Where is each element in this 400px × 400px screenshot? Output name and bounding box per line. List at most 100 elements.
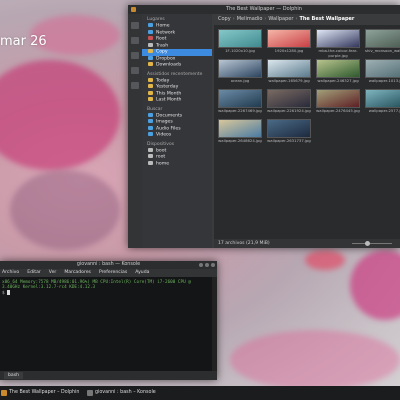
terminal-prompt: $ [2, 290, 5, 296]
file-thumbnail[interactable]: wallpaper-2261924.jpg [267, 89, 311, 119]
file-name: wallpaper-2476445.jpg [316, 108, 360, 113]
konsole-tab[interactable]: bash [4, 372, 24, 379]
file-name: wallpaper-2648624.jpg [218, 138, 262, 143]
file-thumbnail[interactable]: ocean.jpg [218, 59, 262, 89]
places-item-label: Yesterday [156, 84, 179, 90]
file-name: wallpaper-2261924.jpg [267, 108, 311, 113]
dropbox-icon [148, 55, 153, 60]
places-item[interactable]: Videos [142, 132, 212, 139]
file-thumbnail[interactable]: wallpaper-165679.jpg [267, 59, 311, 89]
wallpaper-blossom [10, 170, 120, 250]
taskbar-task-label: The Best Wallpaper – Dolphin [9, 390, 80, 395]
places-item[interactable]: Last Month [142, 97, 212, 104]
audio-icon [148, 125, 153, 130]
konsole-title: giovanni : bash — Konsole [76, 262, 141, 267]
file-view: Copy › Melimadio › Wallpaper › The Best Wallpa… [214, 14, 400, 248]
places-item[interactable]: Downloads [142, 62, 212, 69]
taskbar-task[interactable]: The Best Wallpaper – Dolphin [0, 388, 79, 398]
zoom-slider-knob[interactable] [365, 241, 370, 246]
file-thumbnail[interactable]: 1920x1280.jpg [267, 29, 311, 59]
konsole-titlebar[interactable]: giovanni : bash — Konsole [0, 261, 217, 269]
breadcrumb-item[interactable]: Melimadio [237, 16, 263, 22]
thumbnail-image [365, 89, 400, 108]
split-icon[interactable] [131, 82, 139, 89]
dolphin-titlebar[interactable]: The Best Wallpaper — Dolphin [128, 5, 400, 14]
thumbnail-image [316, 59, 360, 78]
forward-icon[interactable] [131, 37, 139, 44]
thumbnail-image [218, 119, 262, 138]
thumbnail-image [267, 59, 311, 78]
file-thumbnail[interactable]: wallpaper-1013.jpg [365, 59, 400, 89]
maximize-icon[interactable] [205, 262, 209, 267]
places-item-label: Copy [156, 49, 168, 55]
places-item[interactable]: home [142, 160, 212, 168]
konsole-window: giovanni : bash — Konsole Archivo Editar V… [0, 261, 217, 380]
app-icon [87, 390, 93, 396]
menu-item[interactable]: Ayuda [135, 270, 149, 275]
places-section-heading: Assistidos recentemente [147, 71, 203, 77]
places-item-label: boot [156, 148, 167, 153]
file-name: ocean.jpg [230, 78, 250, 83]
file-name: wallpaper-2267469.jpg [218, 108, 262, 113]
menu-item[interactable]: Preferencias [99, 270, 127, 275]
calendar-icon [148, 97, 153, 101]
drive-icon [148, 147, 153, 152]
network-icon [148, 29, 153, 34]
zoom-slider[interactable] [352, 243, 392, 244]
file-name: shiv_monsoon_wallpaper.jpg [365, 48, 400, 53]
view-mode-icon[interactable] [131, 52, 139, 59]
back-icon[interactable] [131, 22, 139, 29]
breadcrumb-item[interactable]: Copy [218, 16, 231, 22]
file-name: wallpaper-165679.jpg [268, 78, 310, 83]
dolphin-icon [131, 7, 136, 12]
breadcrumb-item[interactable]: The Best Wallpaper [299, 16, 354, 22]
status-bar: 17 archivos (21,9 MiB) [214, 239, 400, 248]
thumbnail-image [316, 29, 360, 48]
dolphin-window: The Best Wallpaper — Dolphin Lugares Home… [128, 5, 400, 248]
terminal-cursor [7, 290, 11, 295]
preview-icon[interactable] [131, 67, 139, 74]
menu-item[interactable]: Archivo [2, 270, 19, 275]
chevron-right-icon: › [264, 16, 267, 22]
file-thumbnail[interactable]: mba-the-colour-fear-purple.jpg [316, 29, 360, 59]
terminal-scrollbar[interactable] [212, 277, 217, 371]
file-thumbnail[interactable]: shiv_monsoon_wallpaper.jpg [365, 29, 400, 59]
file-thumbnail[interactable]: wallpaper-2267469.jpg [218, 89, 262, 119]
taskbar-task[interactable]: giovanni : bash – Konsole [86, 388, 156, 398]
file-thumbnail[interactable]: wallpaper-246327.jpg [316, 59, 360, 89]
calendar-icon [148, 77, 153, 82]
close-icon[interactable] [211, 262, 215, 267]
terminal-prompt-line: $ [2, 290, 215, 296]
wallpaper-blossom [0, 60, 120, 170]
taskbar: The Best Wallpaper – Dolphin giovanni : b… [0, 386, 400, 400]
drive-icon [148, 160, 153, 165]
wallpaper-blossom [350, 250, 400, 320]
menu-item[interactable]: Editar [27, 270, 41, 275]
folder-icon [148, 49, 153, 53]
breadcrumb-item[interactable]: Wallpaper [268, 16, 293, 22]
thumbnail-image [316, 89, 360, 108]
file-thumbnail[interactable]: wallpaper-2648624.jpg [218, 119, 262, 149]
places-item-label: Audio Files [156, 126, 181, 131]
places-section-heading: Lugares [147, 17, 165, 22]
calendar-icon [148, 84, 153, 88]
drive-icon [148, 154, 153, 158]
documents-icon [148, 112, 153, 117]
thumbnail-image [218, 59, 262, 78]
places-item-label: Last Month [156, 97, 182, 103]
file-name: mba-the-colour-fear-purple.jpg [318, 48, 358, 58]
file-thumbnail[interactable]: wallpaper-2476445.jpg [316, 89, 360, 119]
desktop-date: mar 26 [0, 34, 47, 49]
file-thumbnail[interactable]: wallpaper-2577.jpg [365, 89, 400, 119]
minimize-icon[interactable] [199, 262, 203, 267]
menu-item[interactable]: Ver [49, 270, 57, 275]
file-name: wallpaper-2577.jpg [368, 108, 400, 113]
root-folder-icon [148, 36, 153, 40]
file-thumbnail[interactable]: 1F-1020x10.jpg [218, 29, 262, 59]
terminal-output[interactable]: x86_64 Memory:7578 MB/4986:01.96%) MB CP… [0, 277, 217, 371]
thumbnail-image [267, 119, 311, 138]
places-item-label: Downloads [156, 62, 182, 68]
calendar-icon [148, 90, 153, 95]
menu-item[interactable]: Marcadores [64, 270, 91, 275]
file-thumbnail[interactable]: wallpaper-2631737.jpg [267, 119, 311, 149]
